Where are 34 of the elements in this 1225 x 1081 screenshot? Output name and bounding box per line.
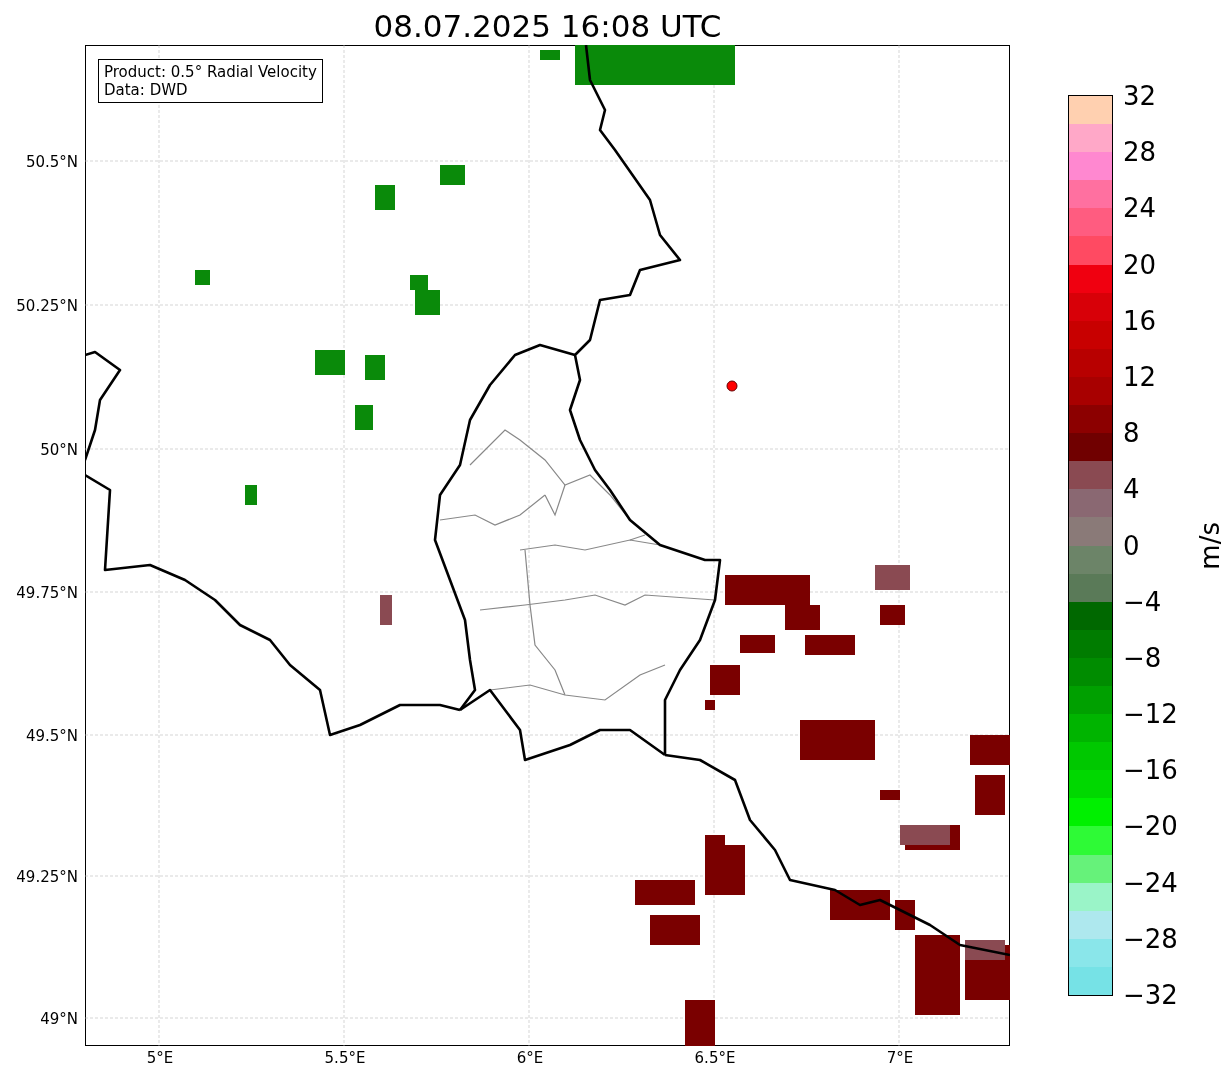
latitude-label: 49.5°N (25, 727, 78, 745)
longitude-label: 5°E (146, 1049, 174, 1067)
scale-tick-label: −16 (1123, 755, 1178, 786)
scale-tick-label: −20 (1123, 811, 1178, 842)
scale-tick-label: −32 (1123, 980, 1178, 1010)
scale-tick-label: 20 (1123, 249, 1157, 280)
scale-tick-label: 12 (1123, 361, 1157, 392)
latitude-label: 50°N (40, 441, 78, 459)
scale-tick-label: 32 (1123, 81, 1157, 111)
scale-tick-label: −4 (1123, 586, 1162, 617)
scale-tick-label: 4 (1123, 474, 1140, 505)
scale-tick-label: −12 (1123, 699, 1178, 730)
scale-tick-label: −24 (1123, 867, 1178, 898)
scale-tick-label: 16 (1123, 305, 1157, 336)
scale-tick-label: 0 (1123, 530, 1140, 561)
longitude-label: 7°E (886, 1049, 914, 1067)
legend-text: Product: 0.5° Radial Velocity (104, 63, 317, 81)
latitude-label: 50.5°N (25, 153, 78, 171)
scale-tick-label: 24 (1123, 193, 1157, 224)
scale-tick-label: 8 (1123, 418, 1140, 449)
scale-tick-label: −28 (1123, 923, 1178, 954)
longitude-label: 6.5°E (694, 1049, 736, 1067)
latitude-label: 49°N (40, 1010, 78, 1028)
latitude-label: 49.25°N (16, 868, 78, 886)
scale-tick-label: −8 (1123, 642, 1162, 673)
scale-tick-label: 28 (1123, 137, 1157, 168)
scale-unit-label: m/s (1195, 521, 1225, 570)
legend-text: Data: DWD (104, 81, 189, 99)
longitude-label: 5.5°E (324, 1049, 366, 1067)
latitude-label: 50.25°N (16, 297, 78, 315)
latitude-label: 49.75°N (16, 584, 78, 602)
longitude-label: 6°E (516, 1049, 544, 1067)
chart-title: 08.07.2025 16:08 UTC (372, 7, 723, 45)
radar-site-marker (726, 380, 738, 392)
